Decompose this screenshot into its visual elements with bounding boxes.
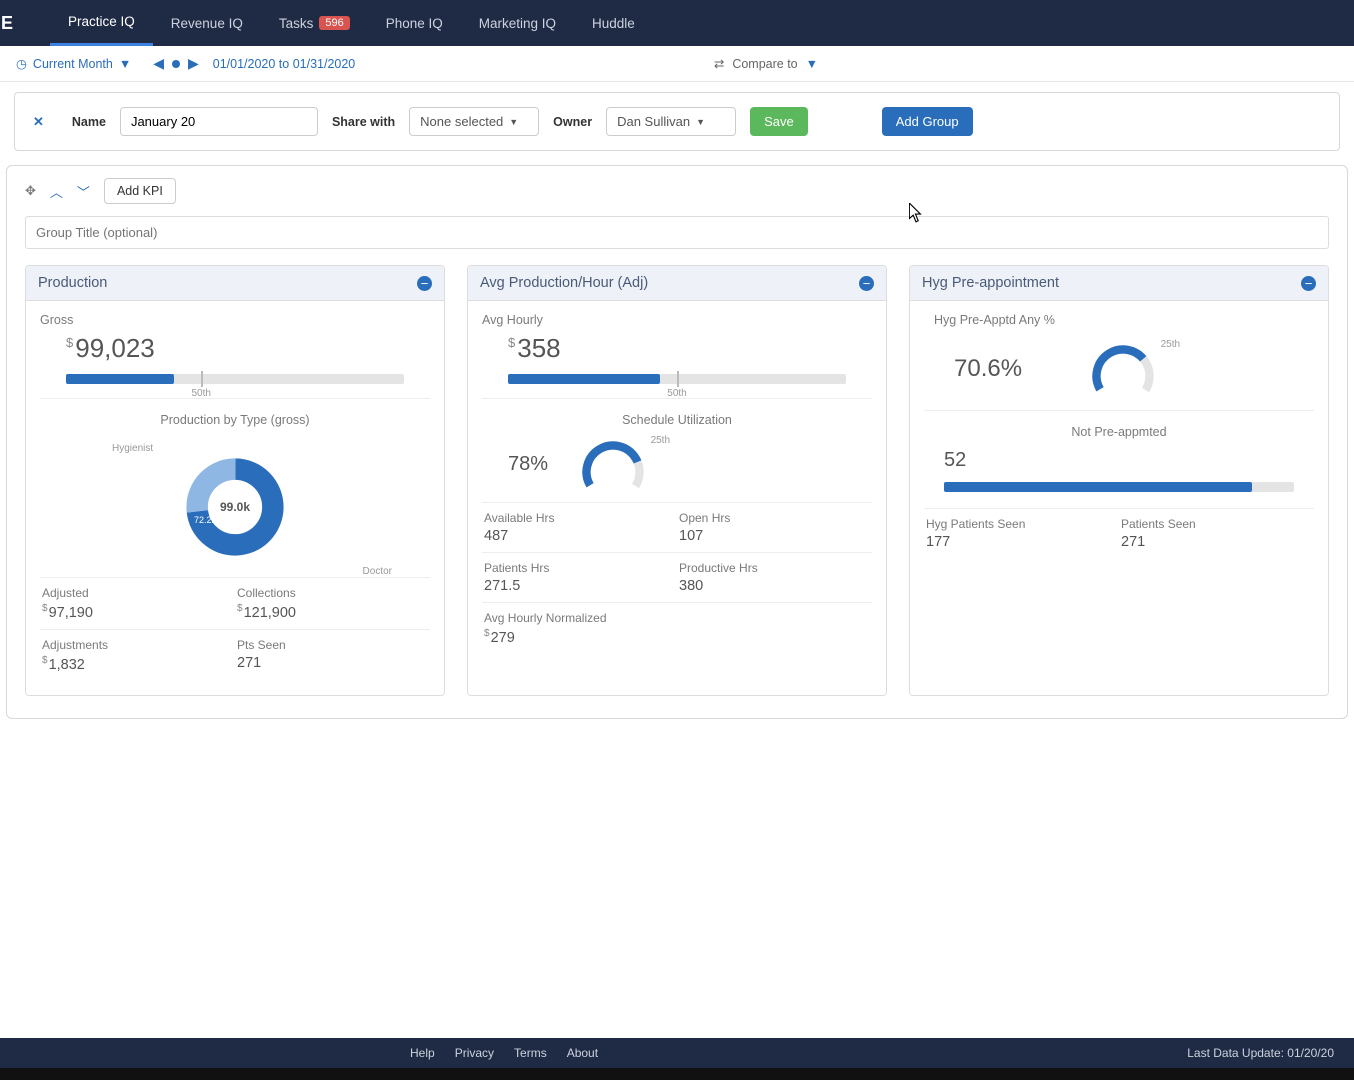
kpi-group: ✥ ︿ ﹀ Add KPI Production − Gross $99,023 …: [6, 165, 1348, 719]
nav-huddle[interactable]: Huddle: [574, 0, 653, 46]
hyg-pct-value: 70.6%: [954, 355, 1022, 383]
add-kpi-button[interactable]: Add KPI: [104, 178, 176, 204]
card-title: Avg Production/Hour (Adj): [480, 275, 648, 291]
footer-terms[interactable]: Terms: [514, 1046, 547, 1060]
gross-label: Gross: [40, 313, 430, 327]
move-down-icon[interactable]: ﹀: [77, 182, 90, 201]
close-icon[interactable]: ✕: [33, 114, 44, 130]
production-donut: 99.0k Hygienist Doctor 26.9k 72.2k: [40, 437, 430, 577]
save-button[interactable]: Save: [750, 107, 808, 136]
sched-util-value: 78%: [508, 453, 548, 476]
card-production: Production − Gross $99,023 50th Productio…: [25, 265, 445, 696]
gross-bar: 50th: [66, 374, 404, 384]
nav-phone-iq[interactable]: Phone IQ: [368, 0, 461, 46]
card-avg-production: Avg Production/Hour (Adj) − Avg Hourly $3…: [467, 265, 887, 696]
scorecard-config: ✕ Name Share with None selected▼ Owner D…: [15, 93, 1339, 150]
card-title: Hyg Pre-appointment: [922, 275, 1059, 291]
owner-dropdown[interactable]: Dan Sullivan▼: [606, 107, 736, 136]
compare-caret-icon: ▼: [806, 57, 818, 71]
period-label[interactable]: Current Month: [33, 57, 113, 71]
avgprod-stats: Available Hrs487 Open Hrs107 Patients Hr…: [482, 502, 872, 654]
not-preappt-bar: [944, 482, 1294, 492]
footer-privacy[interactable]: Privacy: [455, 1046, 494, 1060]
prev-period-icon[interactable]: ◀: [153, 55, 164, 72]
nav-revenue-iq[interactable]: Revenue IQ: [153, 0, 261, 46]
footer: Help Privacy Terms About Last Data Updat…: [0, 1038, 1354, 1068]
top-nav: E Practice IQ Revenue IQ Tasks596 Phone …: [0, 0, 1354, 46]
add-group-button[interactable]: Add Group: [882, 107, 973, 136]
name-input[interactable]: [120, 107, 318, 136]
nav-tasks[interactable]: Tasks596: [261, 0, 368, 46]
not-preappt-label: Not Pre-appmted: [924, 425, 1314, 439]
owner-label: Owner: [553, 115, 592, 129]
caret-down-icon: ▼: [696, 117, 705, 127]
remove-card-icon[interactable]: −: [417, 276, 432, 291]
footer-about[interactable]: About: [567, 1046, 598, 1060]
period-caret-icon[interactable]: ▼: [119, 57, 131, 71]
remove-card-icon[interactable]: −: [1301, 276, 1316, 291]
avg-hourly-value: $358: [508, 333, 872, 364]
nav-marketing-iq[interactable]: Marketing IQ: [461, 0, 574, 46]
sched-util-gauge: 25th: [578, 437, 648, 492]
swap-icon: ⇄: [714, 56, 724, 71]
footer-help[interactable]: Help: [410, 1046, 435, 1060]
move-handle-icon[interactable]: ✥: [25, 183, 36, 199]
name-label: Name: [72, 115, 106, 129]
share-label: Share with: [332, 115, 395, 129]
card-hyg-preappt: Hyg Pre-appointment − Hyg Pre-Apptd Any %…: [909, 265, 1329, 696]
date-bar: ◷ Current Month ▼ ◀ ▶ 01/01/2020 to 01/3…: [0, 46, 1354, 82]
hyg-pct-label: Hyg Pre-Apptd Any %: [934, 313, 1314, 327]
card-title: Production: [38, 275, 107, 291]
nav-practice-iq[interactable]: Practice IQ: [50, 0, 153, 46]
today-dot-icon[interactable]: [172, 60, 180, 68]
hyg-stats: Hyg Patients Seen177 Patients Seen271: [924, 508, 1314, 558]
next-period-icon[interactable]: ▶: [188, 55, 199, 72]
date-range: 01/01/2020 to 01/31/2020: [213, 57, 356, 71]
group-title-input[interactable]: [25, 216, 1329, 249]
prod-by-type-label: Production by Type (gross): [40, 413, 430, 427]
sched-util-label: Schedule Utilization: [482, 413, 872, 427]
not-preappt-value: 52: [944, 449, 1314, 472]
avg-hourly-bar: 50th: [508, 374, 846, 384]
tasks-badge: 596: [319, 16, 349, 30]
remove-card-icon[interactable]: −: [859, 276, 874, 291]
production-stats: Adjusted$97,190 Collections$121,900 Adju…: [40, 577, 430, 681]
hyg-gauge: 25th: [1088, 341, 1158, 396]
gross-value: $99,023: [66, 333, 430, 364]
clock-icon: ◷: [16, 56, 27, 71]
compare-to[interactable]: ⇄ Compare to ▼: [714, 56, 818, 71]
logo: E: [0, 0, 14, 46]
os-taskbar: [0, 1068, 1354, 1080]
share-dropdown[interactable]: None selected▼: [409, 107, 539, 136]
caret-down-icon: ▼: [509, 117, 518, 127]
avg-hourly-label: Avg Hourly: [482, 313, 872, 327]
move-up-icon[interactable]: ︿: [50, 182, 63, 201]
last-update: Last Data Update: 01/20/20: [1187, 1046, 1334, 1060]
